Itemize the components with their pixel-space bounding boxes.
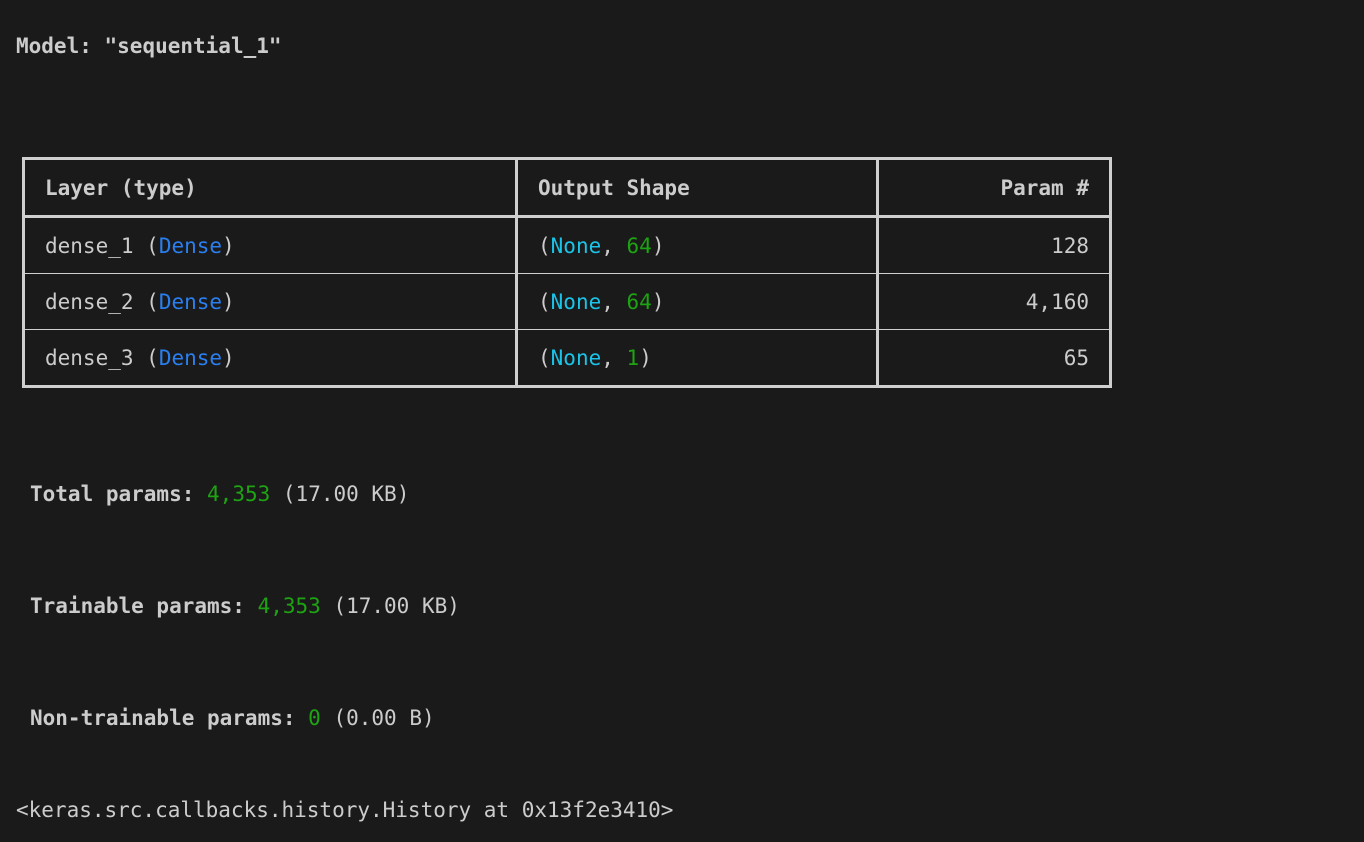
table-row: dense_1 (Dense) (None, 64) 128 — [23, 216, 1111, 274]
param-count: 128 — [876, 216, 1111, 274]
layer-cell: dense_3 (Dense) — [23, 329, 517, 387]
header-param-count: Param # — [876, 158, 1111, 217]
history-output: <keras.src.callbacks.history.History at … — [16, 798, 674, 822]
output-shape-cell: (None, 1) — [515, 329, 878, 387]
model-name: "sequential_1" — [104, 34, 282, 58]
total-params-size: (17.00 KB) — [282, 482, 410, 506]
shape-none: None — [550, 233, 602, 258]
layer-name: dense_1 — [45, 233, 134, 258]
layer-type: Dense — [158, 233, 223, 258]
trainable-params-label: Trainable params: — [30, 594, 245, 618]
model-title: Model: "sequential_1" — [16, 31, 282, 61]
layer-cell: dense_1 (Dense) — [23, 216, 517, 274]
shape-dim: 1 — [626, 345, 640, 370]
model-label: Model: — [16, 34, 105, 58]
total-params-line: Total params: 4,353 (17.00 KB) — [30, 479, 409, 509]
non-trainable-params-line: Non-trainable params: 0 (0.00 B) — [30, 703, 435, 733]
table-row: dense_2 (Dense) (None, 64) 4,160 — [23, 273, 1111, 330]
model-summary-table: Layer (type) Output Shape Param # dense_… — [22, 157, 1112, 388]
table-row: dense_3 (Dense) (None, 1) 65 — [23, 329, 1111, 387]
layer-name: dense_2 — [45, 289, 134, 314]
output-shape-cell: (None, 64) — [515, 273, 878, 330]
non-trainable-params-label: Non-trainable params: — [30, 706, 296, 730]
output-shape-cell: (None, 64) — [515, 216, 878, 274]
non-trainable-params-size: (0.00 B) — [333, 706, 435, 730]
shape-dim: 64 — [626, 233, 652, 258]
shape-none: None — [550, 289, 602, 314]
layer-type: Dense — [158, 345, 223, 370]
trainable-params-count: 4,353 — [257, 594, 321, 618]
param-count: 4,160 — [876, 273, 1111, 330]
header-layer-type: Layer (type) — [23, 158, 517, 217]
shape-dim: 64 — [626, 289, 652, 314]
layer-cell: dense_2 (Dense) — [23, 273, 517, 330]
trainable-params-size: (17.00 KB) — [333, 594, 460, 618]
param-count: 65 — [876, 329, 1111, 387]
header-output-shape: Output Shape — [515, 158, 878, 217]
shape-none: None — [550, 345, 602, 370]
trainable-params-line: Trainable params: 4,353 (17.00 KB) — [30, 591, 460, 621]
table-header-row: Layer (type) Output Shape Param # — [23, 158, 1111, 217]
total-params-label: Total params: — [30, 482, 195, 506]
total-params-count: 4,353 — [207, 482, 271, 506]
layer-type: Dense — [158, 289, 223, 314]
non-trainable-params-count: 0 — [308, 706, 321, 730]
layer-name: dense_3 — [45, 345, 134, 370]
